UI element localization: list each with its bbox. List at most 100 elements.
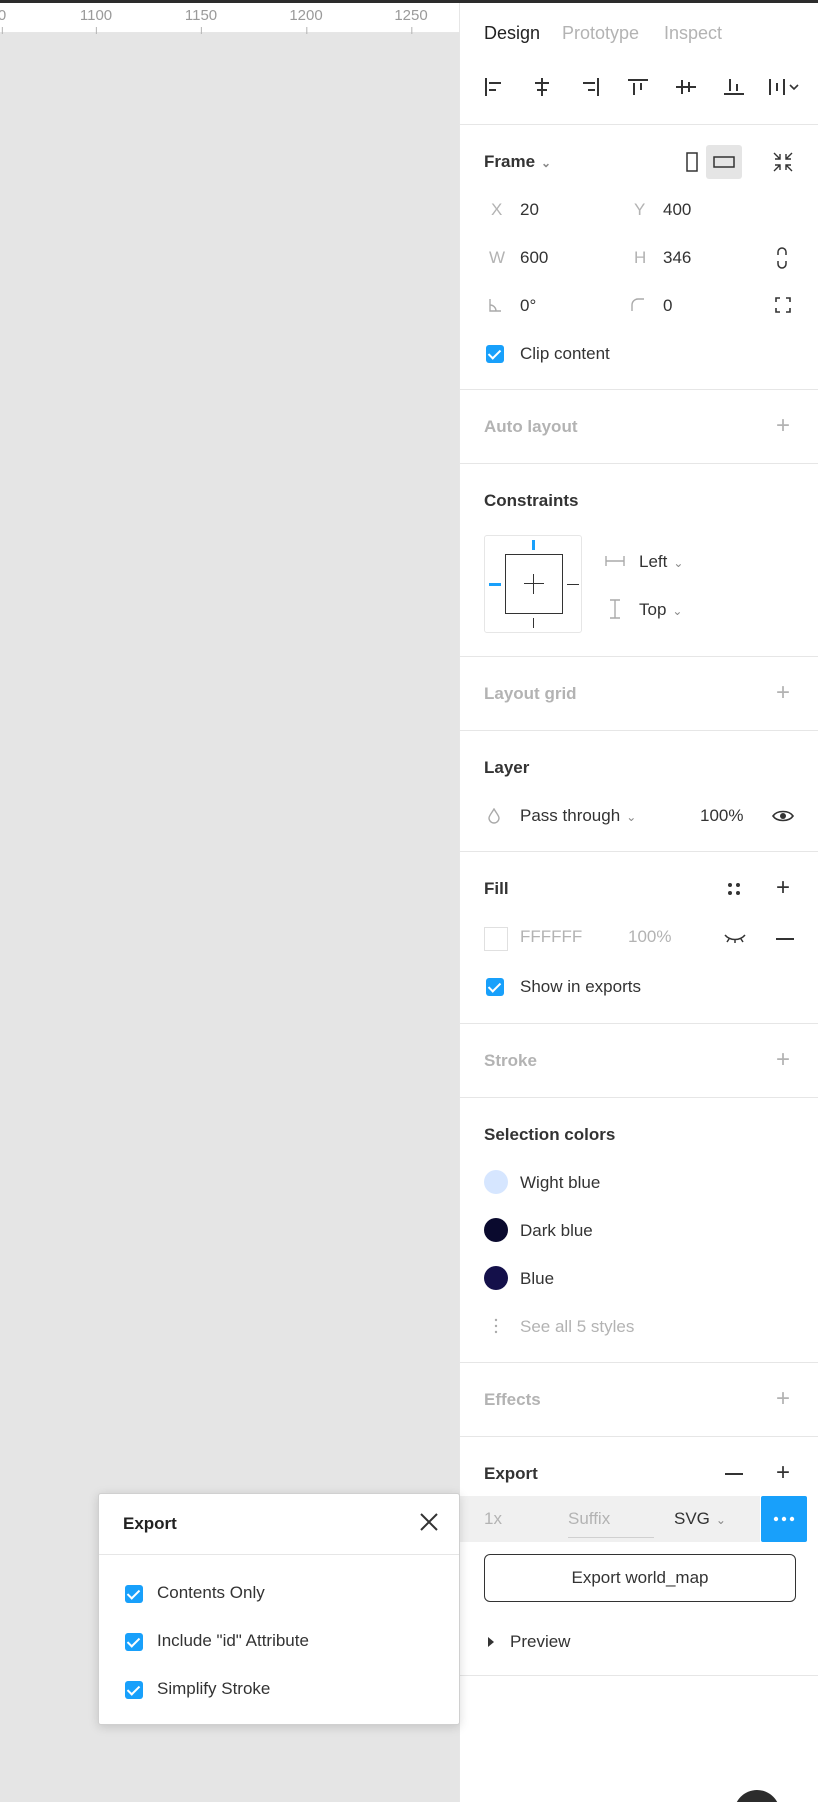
add-layout-grid-icon[interactable]: + bbox=[773, 681, 793, 705]
fill-color-swatch[interactable] bbox=[484, 927, 508, 951]
color-swatch[interactable] bbox=[484, 1170, 508, 1194]
close-icon[interactable] bbox=[417, 1510, 441, 1534]
constraint-bottom-indicator[interactable] bbox=[533, 618, 534, 628]
properties-panel: Design Prototype Inspect Frame ⌄ X 20 Y 4… bbox=[459, 3, 818, 1802]
fill-opacity-input[interactable]: 100% bbox=[628, 927, 671, 947]
add-effect-icon[interactable]: + bbox=[773, 1387, 793, 1411]
contents-only-option[interactable]: Contents Only bbox=[125, 1583, 265, 1603]
width-input[interactable]: 600 bbox=[520, 248, 548, 268]
chevron-down-icon: ⌄ bbox=[672, 604, 683, 618]
simplify-stroke-option[interactable]: Simplify Stroke bbox=[125, 1679, 270, 1699]
align-vertical-center-icon[interactable] bbox=[674, 75, 698, 99]
align-left-icon[interactable] bbox=[482, 75, 506, 99]
show-in-exports-checkbox[interactable] bbox=[486, 978, 504, 996]
divider bbox=[460, 1436, 818, 1437]
divider bbox=[460, 1675, 818, 1676]
export-format-dropdown[interactable]: SVG ⌄ bbox=[674, 1509, 726, 1529]
chevron-down-icon: ⌄ bbox=[541, 156, 552, 170]
remove-fill-icon[interactable] bbox=[776, 938, 794, 940]
align-right-icon[interactable] bbox=[578, 75, 602, 99]
ruler-tick: 1150 bbox=[184, 7, 218, 34]
h-label: H bbox=[634, 248, 647, 267]
blend-mode-dropdown[interactable]: Pass through ⌄ bbox=[520, 806, 636, 826]
constraints-title: Constraints bbox=[484, 491, 579, 510]
include-id-checkbox[interactable] bbox=[125, 1632, 143, 1651]
constraints-widget[interactable] bbox=[484, 535, 582, 633]
resize-to-fit-icon[interactable] bbox=[770, 149, 796, 175]
x-label: X bbox=[491, 200, 503, 219]
constraints-crosshair-v bbox=[533, 574, 534, 594]
remove-export-icon[interactable] bbox=[725, 1473, 743, 1475]
horizontal-constraint-value: Left bbox=[639, 552, 668, 571]
color-swatch[interactable] bbox=[484, 1266, 508, 1290]
height-input[interactable]: 346 bbox=[663, 248, 691, 268]
eye-icon[interactable] bbox=[772, 807, 794, 825]
constraints-box bbox=[505, 554, 563, 614]
frame-dropdown[interactable]: Frame ⌄ bbox=[484, 152, 551, 172]
color-swatch[interactable] bbox=[484, 1218, 508, 1242]
preview-label: Preview bbox=[510, 1632, 571, 1651]
y-input[interactable]: 400 bbox=[663, 200, 691, 220]
selection-color-name[interactable]: Wight blue bbox=[520, 1173, 600, 1193]
export-suffix-input[interactable]: Suffix bbox=[568, 1509, 654, 1538]
chevron-down-icon: ⌄ bbox=[673, 556, 684, 570]
add-auto-layout-icon[interactable]: + bbox=[773, 414, 793, 438]
add-fill-icon[interactable]: + bbox=[773, 876, 793, 900]
selection-colors-title: Selection colors bbox=[484, 1125, 616, 1144]
see-all-styles-link[interactable]: See all 5 styles bbox=[520, 1317, 634, 1337]
align-bottom-icon[interactable] bbox=[722, 75, 746, 99]
y-label: Y bbox=[634, 200, 646, 219]
export-format-value: SVG bbox=[674, 1509, 710, 1528]
add-stroke-icon[interactable]: + bbox=[773, 1048, 793, 1072]
export-scale-input[interactable]: 1x bbox=[484, 1509, 502, 1529]
portrait-icon[interactable] bbox=[680, 147, 704, 177]
divider bbox=[460, 730, 818, 731]
distribute-icon[interactable] bbox=[766, 75, 802, 99]
align-horizontal-center-icon[interactable] bbox=[530, 75, 554, 99]
divider bbox=[460, 851, 818, 852]
chevron-down-icon: ⌄ bbox=[626, 810, 637, 824]
divider bbox=[99, 1554, 459, 1555]
frame-title: Frame bbox=[484, 152, 536, 171]
constraint-left-indicator[interactable] bbox=[489, 583, 501, 586]
layer-opacity-input[interactable]: 100% bbox=[700, 806, 743, 826]
export-title: Export bbox=[484, 1464, 538, 1483]
blend-mode-icon bbox=[486, 807, 502, 825]
add-export-icon[interactable]: + bbox=[773, 1461, 793, 1485]
constraint-top-indicator[interactable] bbox=[532, 540, 535, 550]
blend-mode-value: Pass through bbox=[520, 806, 621, 825]
divider bbox=[460, 1023, 818, 1024]
fill-title: Fill bbox=[484, 879, 509, 898]
rotation-input[interactable]: 0° bbox=[520, 296, 536, 316]
eye-closed-icon[interactable] bbox=[723, 929, 747, 947]
landscape-icon[interactable] bbox=[706, 145, 742, 179]
x-input[interactable]: 20 bbox=[520, 200, 539, 220]
selection-color-name[interactable]: Blue bbox=[520, 1269, 554, 1289]
preview-toggle[interactable]: Preview bbox=[486, 1632, 570, 1652]
selection-color-name[interactable]: Dark blue bbox=[520, 1221, 593, 1241]
contents-only-checkbox[interactable] bbox=[125, 1584, 143, 1603]
horizontal-constraint-icon bbox=[605, 553, 625, 569]
tab-inspect[interactable]: Inspect bbox=[664, 23, 722, 44]
include-id-option[interactable]: Include "id" Attribute bbox=[125, 1631, 309, 1651]
more-vertical-icon bbox=[486, 1316, 506, 1336]
tab-design[interactable]: Design bbox=[484, 23, 540, 44]
simplify-stroke-checkbox[interactable] bbox=[125, 1680, 143, 1699]
align-top-icon[interactable] bbox=[626, 75, 650, 99]
fill-hex-input[interactable]: FFFFFF bbox=[520, 927, 582, 947]
divider bbox=[460, 124, 818, 125]
constraint-right-indicator[interactable] bbox=[567, 584, 579, 585]
corner-radius-input[interactable]: 0 bbox=[663, 296, 672, 316]
export-button[interactable]: Export world_map bbox=[484, 1554, 796, 1602]
tab-prototype[interactable]: Prototype bbox=[562, 23, 639, 44]
constrain-proportions-icon[interactable] bbox=[774, 247, 790, 269]
ruler-tick: 1100 bbox=[79, 7, 113, 34]
divider bbox=[460, 1097, 818, 1098]
style-grid-icon[interactable] bbox=[724, 879, 744, 899]
corner-radius-icon bbox=[629, 296, 647, 314]
horizontal-constraint-dropdown[interactable]: Left ⌄ bbox=[639, 552, 683, 572]
clip-content-checkbox[interactable] bbox=[486, 345, 504, 363]
independent-corners-icon[interactable] bbox=[773, 295, 793, 315]
export-settings-button[interactable] bbox=[761, 1496, 807, 1542]
vertical-constraint-dropdown[interactable]: Top ⌄ bbox=[639, 600, 682, 620]
